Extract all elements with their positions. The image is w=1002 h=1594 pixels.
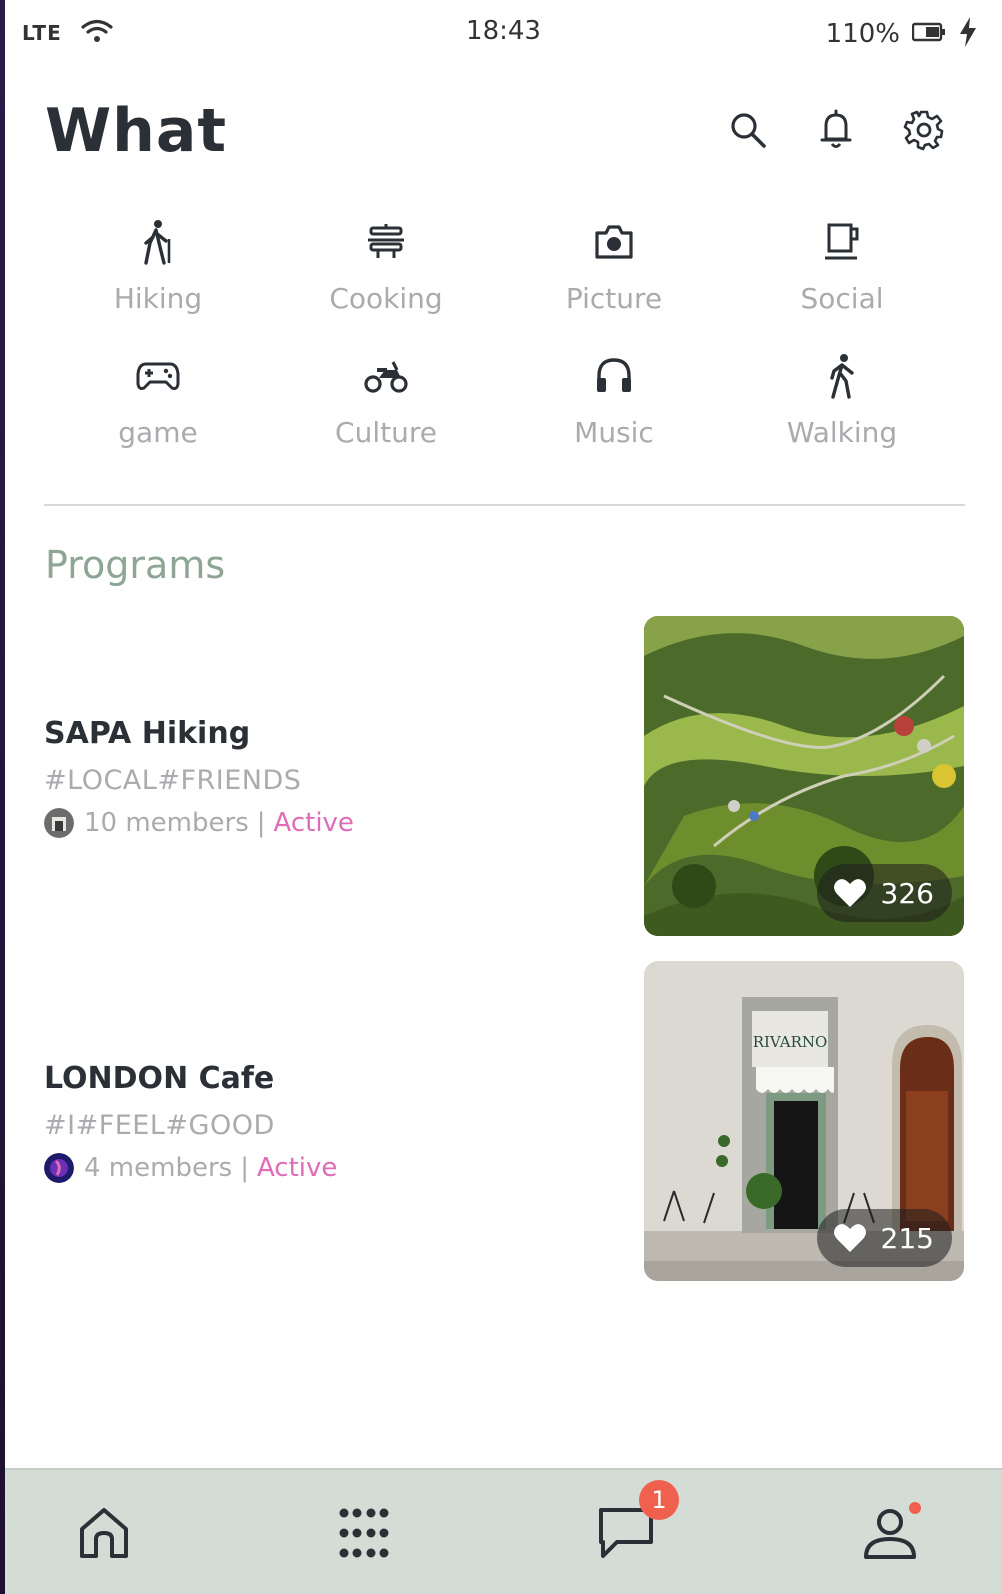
nav-profile[interactable] — [855, 1498, 925, 1568]
header-actions — [726, 108, 946, 152]
heart-icon — [833, 879, 866, 907]
program-tags: #I#FEEL#GOOD — [44, 1110, 275, 1141]
program-tags: #LOCAL#FRIENDS — [44, 765, 302, 796]
category-label: Walking — [786, 416, 898, 449]
settings-gear-icon[interactable] — [902, 108, 946, 152]
program-title: SAPA Hiking — [44, 716, 251, 751]
program-card[interactable]: LONDON Cafe #I#FEEL#GOOD 4 members | Act… — [44, 961, 964, 1281]
program-card[interactable]: SAPA Hiking #LOCAL#FRIENDS 10 members | … — [44, 616, 964, 936]
category-label: Cooking — [329, 282, 443, 315]
walking-icon — [818, 352, 866, 400]
meta-separator: | — [256, 808, 266, 838]
bottom-navigation: 1 — [5, 1468, 1002, 1594]
status-bar: LTE 18:43 110% — [5, 0, 1002, 62]
motorbike-icon — [362, 352, 410, 400]
svg-text:RIVARNO: RIVARNO — [753, 1033, 828, 1051]
like-count: 326 — [880, 876, 934, 910]
program-image[interactable]: 326 — [644, 616, 964, 936]
category-label: Culture — [335, 416, 437, 449]
apps-grid-icon — [339, 1508, 389, 1558]
category-cooking[interactable]: Cooking — [272, 218, 500, 328]
category-social[interactable]: Social — [728, 218, 956, 328]
hiking-icon — [134, 218, 182, 266]
home-icon — [80, 1508, 128, 1558]
window-edge — [0, 0, 5, 1594]
category-grid: Hiking Cooking Picture Social game Cultu… — [44, 218, 956, 462]
category-label: game — [118, 416, 198, 449]
category-hiking[interactable]: Hiking — [44, 218, 272, 328]
category-label: Social — [800, 282, 884, 315]
member-count: 10 members — [84, 808, 249, 838]
status-badge: Active — [256, 1153, 338, 1183]
meta-separator: | — [240, 1153, 249, 1183]
notification-badge: 1 — [639, 1480, 679, 1520]
category-label: Music — [574, 416, 654, 449]
category-label: Picture — [565, 282, 663, 315]
heart-icon — [833, 1224, 866, 1252]
status-badge: Active — [273, 808, 354, 838]
member-count: 4 members — [84, 1153, 233, 1183]
program-info: SAPA Hiking #LOCAL#FRIENDS 10 members | … — [44, 716, 354, 838]
page-title: What — [45, 96, 228, 166]
bell-icon[interactable] — [814, 108, 858, 152]
status-dot — [909, 1502, 921, 1514]
program-meta: 10 members | Active — [44, 808, 354, 838]
category-picture[interactable]: Picture — [500, 218, 728, 328]
like-button[interactable]: 326 — [816, 864, 952, 922]
like-button[interactable]: 215 — [816, 1209, 952, 1267]
category-walking[interactable]: Walking — [728, 352, 956, 462]
avatar — [44, 1153, 74, 1183]
battery-icon — [911, 22, 946, 46]
cooking-icon — [362, 218, 410, 266]
gamepad-icon — [134, 352, 182, 400]
program-title: LONDON Cafe — [44, 1061, 275, 1096]
headphones-icon — [590, 352, 638, 400]
section-divider — [44, 504, 965, 506]
category-game[interactable]: game — [44, 352, 272, 462]
program-image[interactable]: RIVARNO 215 — [644, 961, 964, 1281]
camera-icon — [590, 218, 638, 266]
search-icon[interactable] — [726, 108, 770, 152]
category-culture[interactable]: Culture — [272, 352, 500, 462]
program-meta: 4 members | Active — [44, 1153, 337, 1183]
category-music[interactable]: Music — [500, 352, 728, 462]
programs-heading: Programs — [45, 543, 226, 587]
profile-icon — [864, 1509, 916, 1559]
battery-percentage: 110% — [825, 19, 900, 49]
avatar — [44, 808, 74, 838]
nav-apps[interactable] — [329, 1498, 399, 1568]
category-label: Hiking — [113, 282, 203, 315]
cup-icon — [818, 218, 866, 266]
charging-icon — [958, 16, 978, 52]
like-count: 215 — [880, 1221, 934, 1255]
nav-home[interactable] — [69, 1498, 139, 1568]
nav-chat[interactable]: 1 — [591, 1480, 679, 1568]
status-right: 110% — [826, 16, 978, 52]
program-info: LONDON Cafe #I#FEEL#GOOD 4 members | Act… — [44, 1061, 337, 1183]
